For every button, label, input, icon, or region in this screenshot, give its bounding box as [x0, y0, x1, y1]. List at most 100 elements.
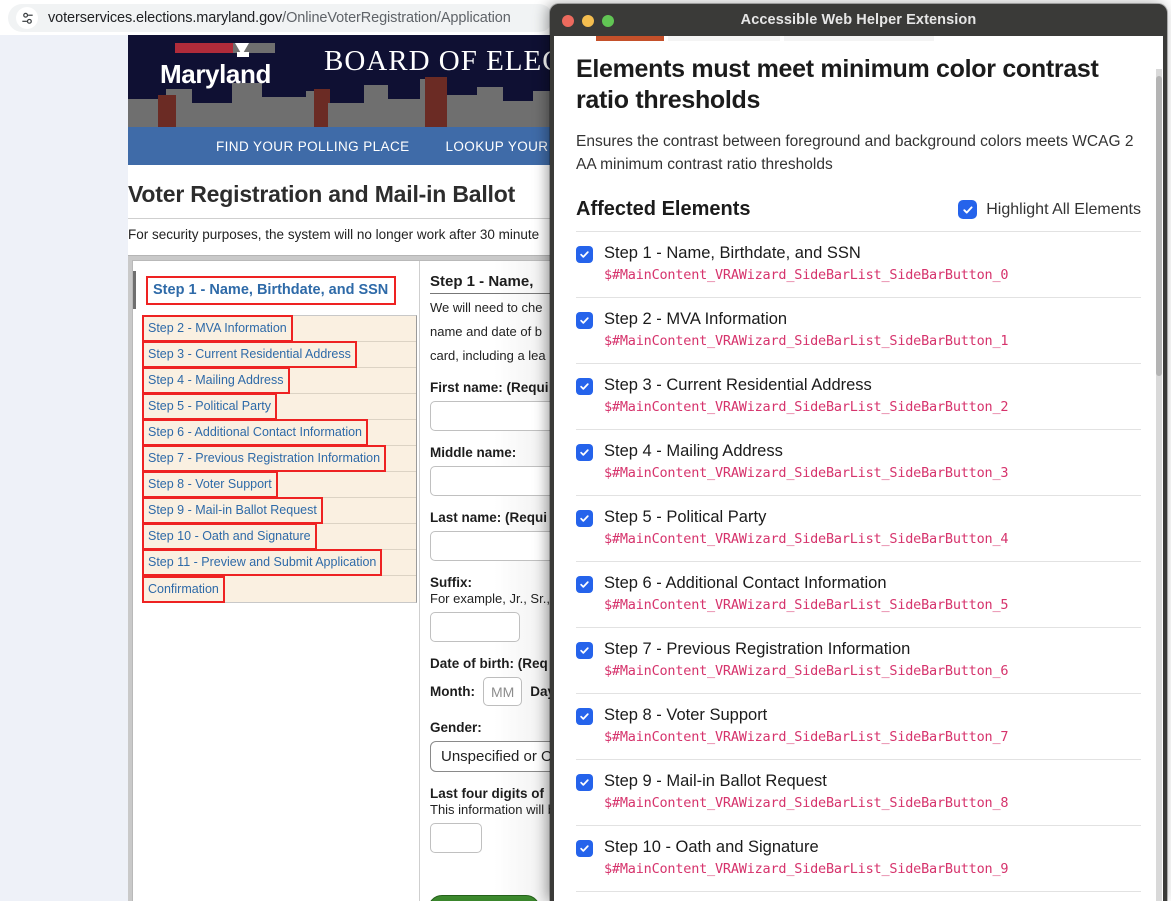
wizard-frame: Step 1 - Name, Birthdate, and SSN Step 2… [128, 255, 560, 901]
element-selector: $#MainContent_VRAWizard_SideBarList_Side… [604, 267, 1009, 283]
list-item[interactable]: Step 7 - Previous Registration Informati… [576, 628, 1141, 694]
list-item[interactable]: Step 1 - Name, Birthdate, and SSN $#Main… [576, 232, 1141, 298]
rule-title: Elements must meet minimum color contras… [576, 55, 1099, 114]
sidebar-step-1[interactable]: Step 1 - Name, Birthdate, and SSN [133, 271, 419, 309]
highlight-all-checkbox[interactable] [958, 200, 978, 219]
element-texts: Step 1 - Name, Birthdate, and SSN $#Main… [604, 243, 1009, 285]
highlight-outline: Step 8 - Voter Support [142, 471, 278, 498]
gender-select[interactable]: Unspecified or Oth [430, 741, 555, 772]
first-name-input[interactable] [430, 401, 555, 431]
minimize-icon[interactable] [582, 15, 594, 27]
wizard-form-panel: Step 1 - Name, We will need to che name … [419, 261, 555, 901]
list-item[interactable]: Step 10 - Oath and Signature $#MainConte… [576, 826, 1141, 892]
last-name-input[interactable] [430, 531, 555, 561]
element-selector: $#MainContent_VRAWizard_SideBarList_Side… [604, 663, 1009, 679]
tab-indicator-2[interactable] [668, 36, 780, 41]
element-texts: Step 7 - Previous Registration Informati… [604, 639, 1009, 681]
list-item[interactable]: Step 4 - Mailing Address $#MainContent_V… [576, 430, 1141, 496]
highlight-outline: Step 7 - Previous Registration Informati… [141, 445, 387, 472]
close-icon[interactable] [562, 15, 574, 27]
element-checkbox[interactable] [576, 312, 593, 329]
window-controls [562, 15, 614, 27]
list-item[interactable]: Step 11 - Preview and Submit Application… [576, 892, 1141, 901]
list-item[interactable]: Step 3 - Current Residential Address $#M… [576, 364, 1141, 430]
element-checkbox[interactable] [576, 642, 593, 659]
element-checkbox[interactable] [576, 708, 593, 725]
sidebar-step-label: Step 5 - Political Party [148, 399, 271, 413]
sidebar-step-5[interactable]: Step 5 - Political Party [142, 393, 416, 420]
sidebar-step-7[interactable]: Step 7 - Previous Registration Informati… [141, 445, 416, 472]
sidebar-step-4[interactable]: Step 4 - Mailing Address [142, 367, 416, 394]
ssn-input[interactable] [430, 823, 482, 853]
element-checkbox[interactable] [576, 774, 593, 791]
element-texts: Step 6 - Additional Contact Information … [604, 573, 1009, 615]
list-item[interactable]: Step 5 - Political Party $#MainContent_V… [576, 496, 1141, 562]
highlight-all-label: Highlight All Elements [986, 200, 1141, 218]
sidebar-step-confirmation[interactable]: Confirmation [142, 575, 416, 603]
highlight-outline: Step 2 - MVA Information [142, 315, 293, 342]
suffix-hint: For example, Jr., Sr., [430, 591, 550, 606]
form-intro-line-3: card, including a lea [430, 348, 546, 363]
webpage-viewport: Maryland BOARD OF ELEC FIND YOUR POLLING… [0, 35, 560, 901]
form-heading: Step 1 - Name, [430, 273, 555, 294]
board-of-elections-title: BOARD OF ELEC [324, 45, 560, 77]
sidebar-step-10[interactable]: Step 10 - Oath and Signature [142, 523, 416, 550]
next-button[interactable]: Next [428, 895, 540, 901]
extension-scrollbar-thumb[interactable] [1156, 76, 1162, 376]
security-notice: For security purposes, the system will n… [128, 219, 560, 251]
sidebar-step-label: Step 11 - Preview and Submit Application [148, 555, 377, 569]
element-name: Step 3 - Current Residential Address [604, 376, 872, 394]
site-settings-icon[interactable] [16, 7, 38, 29]
maryland-logo: Maryland [148, 41, 318, 103]
nav-item-lookup[interactable]: LOOKUP YOUR [428, 139, 561, 154]
affected-elements-heading: Affected Elements [576, 198, 751, 220]
sidebar-step-2[interactable]: Step 2 - MVA Information [142, 315, 416, 342]
element-name: Step 4 - Mailing Address [604, 442, 783, 460]
element-name: Step 2 - MVA Information [604, 310, 788, 328]
affected-elements-header: Affected Elements Highlight All Elements [576, 198, 1141, 231]
active-tab-indicator[interactable] [596, 36, 664, 41]
form-intro-line-1: We will need to che [430, 300, 543, 315]
list-item[interactable]: Step 8 - Voter Support $#MainContent_VRA… [576, 694, 1141, 760]
element-checkbox[interactable] [576, 378, 593, 395]
date-of-birth-label: Date of birth: (Req [430, 656, 548, 671]
date-of-birth-row: Month: MM Day [430, 677, 555, 706]
sidebar-step-label: Step 6 - Additional Contact Information [148, 425, 363, 439]
ssn-hint: This information will b [430, 802, 555, 817]
sidebar-step-9[interactable]: Step 9 - Mail-in Ballot Request [142, 497, 416, 524]
suffix-input[interactable] [430, 612, 520, 642]
month-input[interactable]: MM [482, 677, 523, 706]
element-texts: Step 4 - Mailing Address $#MainContent_V… [604, 441, 1009, 483]
element-checkbox[interactable] [576, 444, 593, 461]
sidebar-step-label: Step 2 - MVA Information [148, 321, 287, 335]
element-name: Step 9 - Mail-in Ballot Request [604, 772, 827, 790]
highlight-outline: Step 1 - Name, Birthdate, and SSN [145, 275, 397, 305]
tab-indicator-3[interactable] [784, 36, 934, 41]
list-item[interactable]: Step 6 - Additional Contact Information … [576, 562, 1141, 628]
element-checkbox[interactable] [576, 576, 593, 593]
sidebar-step-3[interactable]: Step 3 - Current Residential Address [142, 341, 416, 368]
middle-name-input[interactable] [430, 466, 555, 496]
element-checkbox[interactable] [576, 510, 593, 527]
address-bar[interactable]: voterservices.elections.maryland.gov/Onl… [8, 4, 553, 32]
affected-elements-list: Step 1 - Name, Birthdate, and SSN $#Main… [576, 231, 1141, 901]
element-name: Step 7 - Previous Registration Informati… [604, 640, 911, 658]
element-texts: Step 5 - Political Party $#MainContent_V… [604, 507, 1009, 549]
sidebar-step-11[interactable]: Step 11 - Preview and Submit Application [141, 549, 416, 576]
sidebar-step-6[interactable]: Step 6 - Additional Contact Information [141, 419, 416, 446]
page-title: Voter Registration and Mail-in Ballot [128, 181, 516, 207]
sidebar-step-label: Step 10 - Oath and Signature [148, 529, 311, 543]
url-path: /OnlineVoterRegistration/Application [282, 10, 511, 26]
element-name: Step 5 - Political Party [604, 508, 767, 526]
sidebar-step-8[interactable]: Step 8 - Voter Support [142, 471, 416, 498]
maximize-icon[interactable] [602, 15, 614, 27]
nav-item-find-polling-place[interactable]: FIND YOUR POLLING PLACE [198, 139, 428, 154]
extension-titlebar[interactable]: Accessible Web Helper Extension [550, 4, 1167, 36]
element-checkbox[interactable] [576, 840, 593, 857]
list-item[interactable]: Step 9 - Mail-in Ballot Request $#MainCo… [576, 760, 1141, 826]
list-item[interactable]: Step 2 - MVA Information $#MainContent_V… [576, 298, 1141, 364]
highlight-all-toggle[interactable]: Highlight All Elements [958, 200, 1141, 219]
element-texts: Step 9 - Mail-in Ballot Request $#MainCo… [604, 771, 1009, 813]
highlight-outline: Step 3 - Current Residential Address [142, 341, 357, 368]
element-checkbox[interactable] [576, 246, 593, 263]
